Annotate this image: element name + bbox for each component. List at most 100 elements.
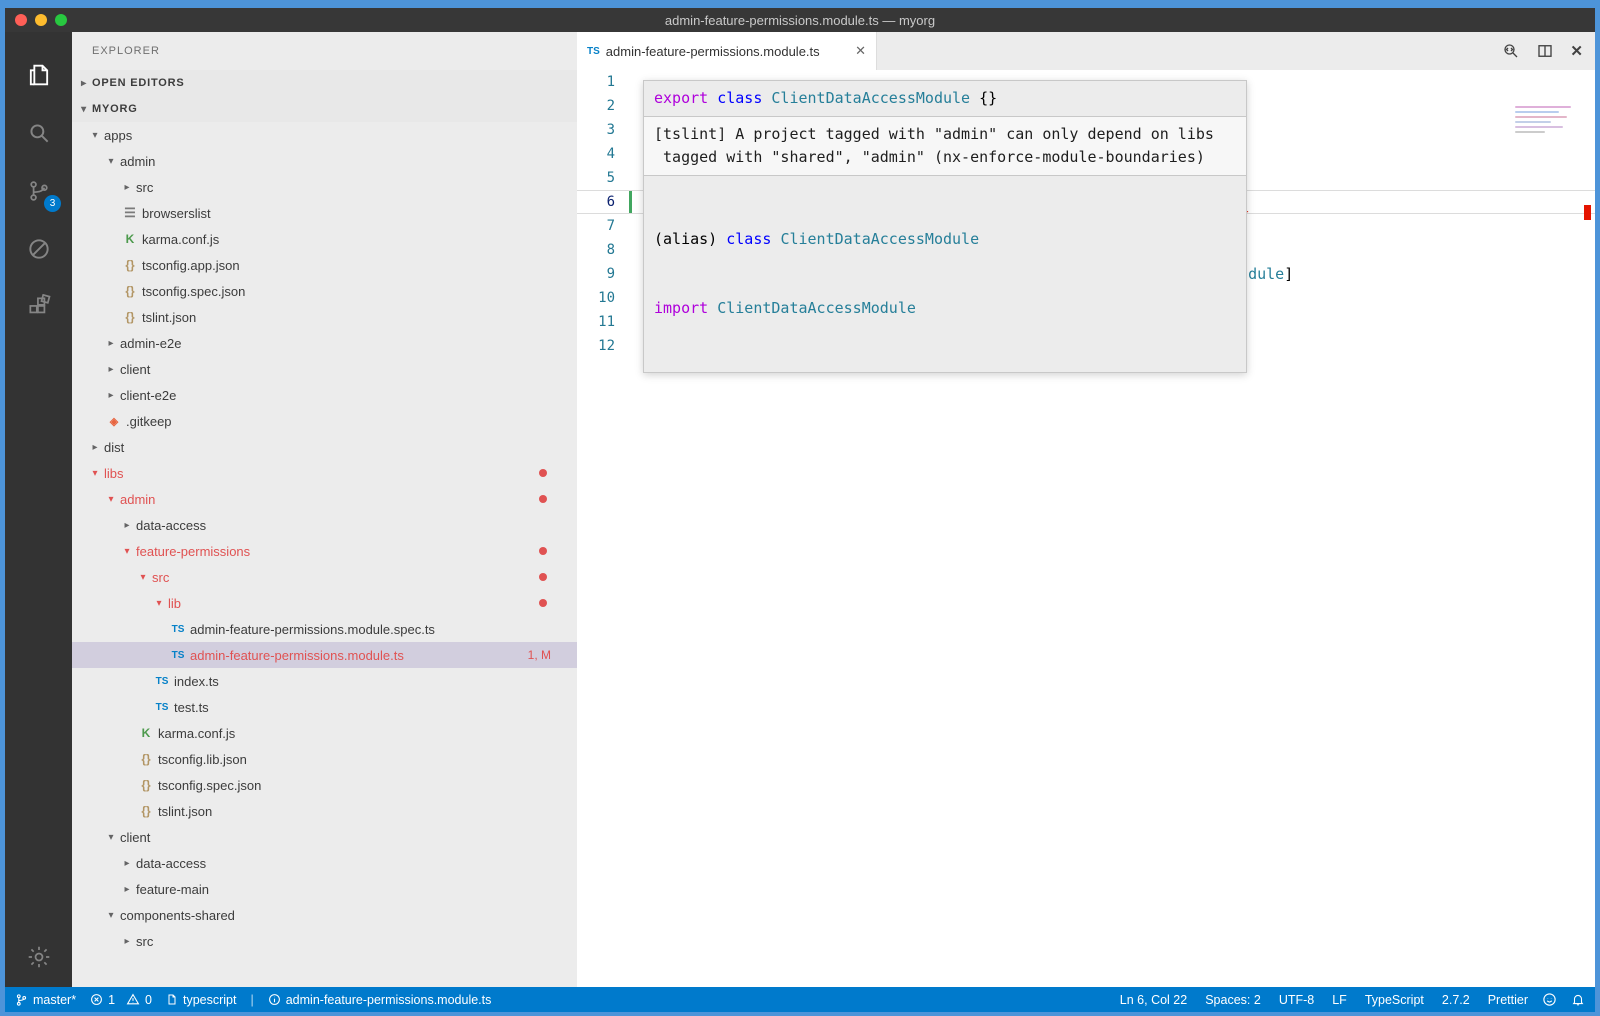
chevron-right-icon: ▸ xyxy=(120,858,134,869)
language-status[interactable]: typescript xyxy=(166,987,237,1012)
tree-item-label: admin-e2e xyxy=(120,336,181,351)
tab-close-icon[interactable]: ✕ xyxy=(855,43,866,59)
tree-item-client[interactable]: ▸client xyxy=(72,356,577,382)
split-editor-icon[interactable] xyxy=(1536,42,1554,60)
status-item-spaces-2[interactable]: Spaces: 2 xyxy=(1205,993,1261,1007)
close-window-button[interactable] xyxy=(15,14,27,26)
tree-item-label: browserslist xyxy=(142,206,211,221)
tree-item-browserslist[interactable]: ☰browserslist xyxy=(72,200,577,226)
debug-icon[interactable] xyxy=(5,220,72,278)
code-token xyxy=(708,299,717,317)
tree-item-label: tsconfig.lib.json xyxy=(158,752,247,767)
tree-item-tsconfig.app.json[interactable]: {}tsconfig.app.json xyxy=(72,252,577,278)
code-area[interactable]: 123;4';56import { ClientDataAccessModule… xyxy=(577,70,1595,987)
notifications-bell-icon[interactable] xyxy=(1571,992,1585,1007)
explorer-icon[interactable] xyxy=(5,46,72,104)
line-number: 4 xyxy=(577,142,615,166)
tree-item-lib[interactable]: ▾lib xyxy=(72,590,577,616)
tree-item-label: karma.conf.js xyxy=(158,726,235,741)
code-token xyxy=(708,89,717,107)
status-item-2-7-2[interactable]: 2.7.2 xyxy=(1442,993,1470,1007)
tree-item-dist[interactable]: ▸dist xyxy=(72,434,577,460)
tree-item-components-shared[interactable]: ▾components-shared xyxy=(72,902,577,928)
open-changes-icon[interactable] xyxy=(1502,42,1520,60)
tree-item-src[interactable]: ▸src xyxy=(72,174,577,200)
minimize-window-button[interactable] xyxy=(35,14,47,26)
json-file-icon: {} xyxy=(136,778,156,792)
chevron-down-icon: ▾ xyxy=(76,104,92,115)
tree-item-client-e2e[interactable]: ▸client-e2e xyxy=(72,382,577,408)
tree-item-admin[interactable]: ▾admin xyxy=(72,486,577,512)
tree-item-admin-feature-permissions.module.ts[interactable]: TSadmin-feature-permissions.module.ts1, … xyxy=(72,642,577,668)
workspace-root-section[interactable]: ▾ MYORG xyxy=(72,96,577,122)
tree-item-tslint.json[interactable]: {}tslint.json xyxy=(72,798,577,824)
branch-icon xyxy=(15,993,28,1007)
tree-item-index.ts[interactable]: TSindex.ts xyxy=(72,668,577,694)
branch-name: master* xyxy=(33,993,76,1007)
status-item-prettier[interactable]: Prettier xyxy=(1488,993,1528,1007)
code-text xyxy=(615,166,643,190)
explorer-title: EXPLORER xyxy=(72,32,577,70)
status-item-typescript[interactable]: TypeScript xyxy=(1365,993,1424,1007)
modified-dot xyxy=(539,495,547,503)
status-right-items: Ln 6, Col 22 Spaces: 2 UTF-8 LF TypeScript 2.… xyxy=(1120,987,1528,1012)
tree-item-src[interactable]: ▾src xyxy=(72,564,577,590)
code-token: (alias) xyxy=(654,230,726,248)
tab-label: admin-feature-permissions.module.ts xyxy=(606,44,820,59)
open-editors-section[interactable]: ▸ OPEN EDITORS xyxy=(72,70,577,96)
tree-item-tslint.json[interactable]: {}tslint.json xyxy=(72,304,577,330)
json-file-icon: {} xyxy=(136,752,156,766)
code-token: ClientDataAccessModule xyxy=(771,89,970,107)
editor-actions: ✕ xyxy=(1502,32,1583,70)
code-token: class xyxy=(726,230,771,248)
traffic-lights xyxy=(15,8,67,32)
tree-item-admin-feature-permissions.module.spec.ts[interactable]: TSadmin-feature-permissions.module.spec.… xyxy=(72,616,577,642)
activity-bar: 3 xyxy=(5,32,72,987)
tree-item-admin-e2e[interactable]: ▸admin-e2e xyxy=(72,330,577,356)
status-item-ln-6-col-22[interactable]: Ln 6, Col 22 xyxy=(1120,993,1187,1007)
tree-item-data-access[interactable]: ▸data-access xyxy=(72,850,577,876)
tree-item-label: client xyxy=(120,362,150,377)
tree-item-src[interactable]: ▸src xyxy=(72,928,577,954)
tooltip-code: (alias) class ClientDataAccessModule imp… xyxy=(644,176,1246,372)
chevron-down-icon: ▾ xyxy=(152,598,166,609)
tree-item-karma.conf.js[interactable]: Kkarma.conf.js xyxy=(72,720,577,746)
code-token: {} xyxy=(970,89,997,107)
tree-item-label: tslint.json xyxy=(142,310,196,325)
typescript-file-icon: TS xyxy=(587,46,600,57)
chevron-down-icon: ▾ xyxy=(104,494,118,505)
git-branch-status[interactable]: master* xyxy=(15,987,76,1012)
extensions-icon[interactable] xyxy=(5,278,72,336)
title-bar: admin-feature-permissions.module.ts — my… xyxy=(5,8,1595,32)
search-icon[interactable] xyxy=(5,104,72,162)
tree-item-client[interactable]: ▾client xyxy=(72,824,577,850)
file-info-status[interactable]: admin-feature-permissions.module.ts xyxy=(268,987,492,1012)
source-control-icon[interactable]: 3 xyxy=(5,162,72,220)
ts-file-icon: TS xyxy=(168,624,188,635)
tree-item-feature-main[interactable]: ▸feature-main xyxy=(72,876,577,902)
tree-item-feature-permissions[interactable]: ▾feature-permissions xyxy=(72,538,577,564)
line-number: 5 xyxy=(577,166,615,190)
tree-item-admin[interactable]: ▾admin xyxy=(72,148,577,174)
tree-item-tsconfig.spec.json[interactable]: {}tsconfig.spec.json xyxy=(72,772,577,798)
tree-item-tsconfig.lib.json[interactable]: {}tsconfig.lib.json xyxy=(72,746,577,772)
tree-item-test.ts[interactable]: TStest.ts xyxy=(72,694,577,720)
maximize-window-button[interactable] xyxy=(55,14,67,26)
tree-item-data-access[interactable]: ▸data-access xyxy=(72,512,577,538)
settings-gear-icon[interactable] xyxy=(5,937,72,977)
line-number: 3 xyxy=(577,118,615,142)
tree-item-tsconfig.spec.json[interactable]: {}tsconfig.spec.json xyxy=(72,278,577,304)
tree-item-apps[interactable]: ▾apps xyxy=(72,122,577,148)
status-item-lf[interactable]: LF xyxy=(1332,993,1347,1007)
json-file-icon: {} xyxy=(136,804,156,818)
status-item-utf-8[interactable]: UTF-8 xyxy=(1279,993,1314,1007)
tree-item-.gitkeep[interactable]: ◈.gitkeep xyxy=(72,408,577,434)
tab-admin-feature-permissions[interactable]: TS admin-feature-permissions.module.ts ✕ xyxy=(577,32,877,70)
minimap[interactable] xyxy=(1515,106,1579,140)
file-tree: ▾apps▾admin▸src☰browserslistKkarma.conf.… xyxy=(72,122,577,987)
close-editor-icon[interactable]: ✕ xyxy=(1570,42,1583,60)
feedback-smiley-icon[interactable] xyxy=(1542,992,1557,1007)
tree-item-karma.conf.js[interactable]: Kkarma.conf.js xyxy=(72,226,577,252)
problems-status[interactable]: 1 0 xyxy=(90,987,152,1012)
tree-item-libs[interactable]: ▾libs xyxy=(72,460,577,486)
